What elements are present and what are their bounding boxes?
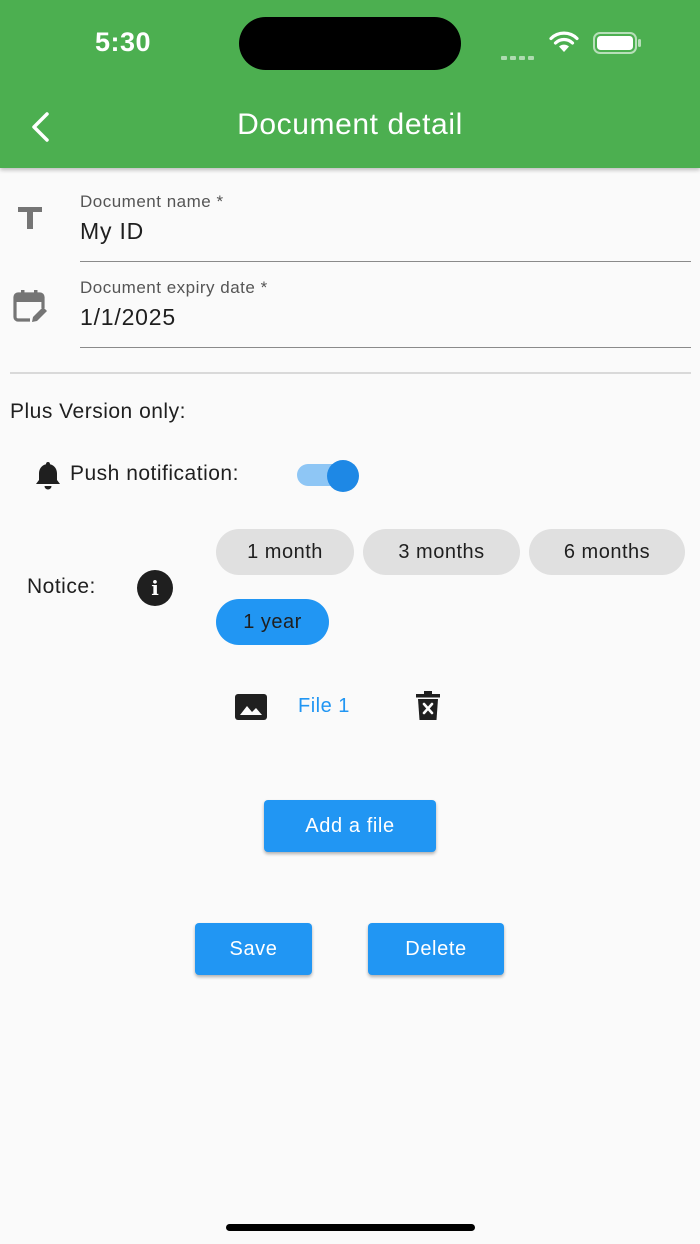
info-icon[interactable]: i bbox=[137, 570, 173, 606]
cellular-signal-icon bbox=[501, 47, 537, 65]
expiry-date-label: Document expiry date * bbox=[80, 278, 268, 297]
chip-1-year[interactable]: 1 year bbox=[216, 599, 329, 645]
toggle-thumb bbox=[327, 460, 359, 492]
save-button[interactable]: Save bbox=[195, 923, 312, 975]
document-name-label: Document name * bbox=[80, 192, 224, 211]
edit-calendar-icon bbox=[13, 290, 50, 325]
page-title: Document detail bbox=[237, 108, 463, 141]
notice-label: Notice: bbox=[27, 575, 96, 598]
chip-3-months[interactable]: 3 months bbox=[363, 529, 520, 575]
expiry-date-field[interactable]: Document expiry date * 1/1/2025 bbox=[80, 274, 691, 348]
wifi-icon bbox=[549, 31, 579, 52]
section-divider bbox=[10, 372, 691, 374]
expiry-date-value: 1/1/2025 bbox=[80, 304, 176, 330]
document-name-field[interactable]: Document name * My ID bbox=[80, 188, 691, 262]
image-icon bbox=[235, 694, 267, 720]
document-name-value: My ID bbox=[80, 218, 145, 244]
push-notification-label: Push notification: bbox=[70, 462, 239, 485]
chip-1-month[interactable]: 1 month bbox=[216, 529, 354, 575]
delete-button[interactable]: Delete bbox=[368, 923, 504, 975]
app-bar: 5:30 Document detail bbox=[0, 0, 700, 168]
text-fields-icon bbox=[18, 207, 42, 229]
chip-6-months[interactable]: 6 months bbox=[529, 529, 685, 575]
dynamic-island bbox=[239, 17, 461, 70]
delete-forever-icon[interactable] bbox=[414, 690, 442, 722]
add-file-button[interactable]: Add a file bbox=[264, 800, 436, 852]
plus-version-title: Plus Version only: bbox=[10, 400, 186, 423]
bell-icon bbox=[36, 462, 60, 490]
home-indicator bbox=[226, 1224, 475, 1231]
battery-icon bbox=[593, 32, 641, 54]
status-time: 5:30 bbox=[95, 27, 152, 57]
file-link[interactable]: File 1 bbox=[298, 695, 350, 718]
push-notification-toggle[interactable] bbox=[297, 459, 363, 492]
